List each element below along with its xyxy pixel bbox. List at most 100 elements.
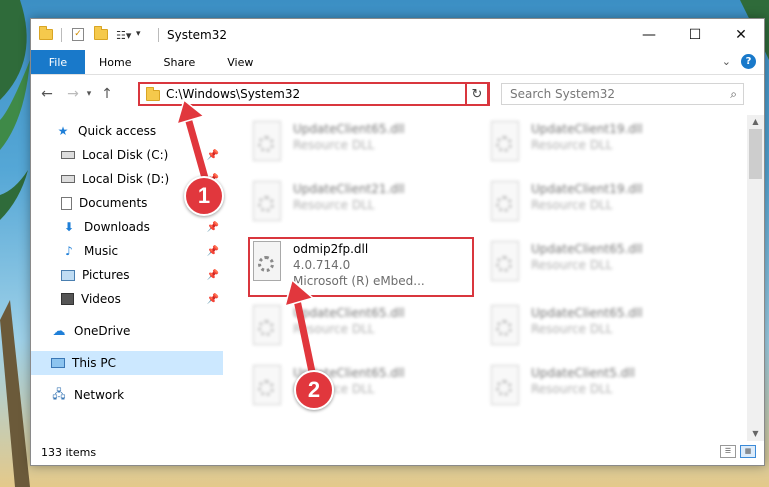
file-name: UpdateClient5.dll	[531, 366, 635, 380]
file-description: Resource DLL	[531, 382, 613, 396]
sidebar-item-downloads[interactable]: ⬇ Downloads 📌	[31, 215, 223, 239]
tab-share[interactable]: Share	[147, 50, 211, 74]
sidebar-item-onedrive[interactable]: ☁ OneDrive	[31, 319, 223, 343]
list-item[interactable]: UpdateClient21.dll Resource DLL	[249, 181, 469, 231]
status-bar: 133 items ☰ ▦	[31, 439, 764, 465]
folder-icon	[39, 25, 53, 41]
pin-icon[interactable]: 📌	[207, 222, 219, 233]
drive-icon	[61, 151, 75, 159]
navigation-pane: ★ Quick access Local Disk (C:) 📌 Local D…	[31, 119, 223, 439]
pin-icon[interactable]: 📌	[207, 150, 219, 161]
customize-toolbar-icon[interactable]: ☷▾	[116, 29, 131, 42]
file-name: UpdateClient65.dll	[531, 242, 643, 256]
sidebar-item-this-pc[interactable]: This PC	[31, 351, 223, 375]
pictures-icon	[61, 269, 75, 281]
navigation-bar: ← → ▾ ↑ C:\Windows\System32 ⌄ ↻ Search S…	[31, 76, 764, 112]
list-item[interactable]: UpdateClient65.dll Resource DLL	[487, 241, 707, 291]
videos-icon	[61, 293, 74, 305]
sidebar-item-label: Music	[84, 244, 119, 258]
help-icon[interactable]: ?	[741, 54, 756, 69]
sidebar-item-pictures[interactable]: Pictures 📌	[31, 263, 223, 287]
sidebar-item-label: Network	[74, 388, 125, 402]
file-description: Resource DLL	[531, 138, 613, 152]
scroll-thumb[interactable]	[749, 129, 762, 179]
refresh-icon: ↻	[471, 86, 483, 102]
quick-access-dropdown-icon[interactable]: ▾	[136, 29, 150, 41]
list-item[interactable]: UpdateClient19.dll Resource DLL	[487, 181, 707, 231]
tiles-view-icon[interactable]: ▦	[740, 445, 756, 458]
search-input[interactable]: Search System32 ⌕	[501, 83, 744, 105]
dll-file-icon	[249, 365, 283, 407]
file-description: Resource DLL	[531, 198, 613, 212]
dll-file-icon	[249, 181, 283, 223]
sidebar-item-label: Videos	[81, 292, 121, 306]
sidebar-item-videos[interactable]: Videos 📌	[31, 287, 223, 311]
file-description: Resource DLL	[293, 138, 375, 152]
close-button[interactable]: ✕	[718, 19, 764, 50]
computer-icon	[51, 358, 65, 368]
drive-icon	[61, 175, 75, 183]
forward-arrow-icon[interactable]: →	[63, 84, 83, 104]
pin-icon[interactable]: 📌	[207, 270, 219, 281]
vertical-scrollbar[interactable]: ▲ ▼	[747, 115, 764, 441]
file-name: UpdateClient65.dll	[293, 306, 405, 320]
recent-locations-icon[interactable]: ▾	[83, 84, 95, 104]
step-2-badge: 2	[294, 370, 334, 410]
pin-icon[interactable]: 📌	[207, 294, 219, 305]
sidebar-item-label: Documents	[79, 196, 148, 210]
scroll-up-icon[interactable]: ▲	[747, 115, 764, 129]
sidebar-item-quick-access[interactable]: ★ Quick access	[31, 119, 223, 143]
search-placeholder: Search System32	[510, 87, 616, 101]
details-view-icon[interactable]: ☰	[720, 445, 736, 458]
properties-icon[interactable]: ✓	[72, 28, 84, 41]
up-arrow-icon[interactable]: ↑	[97, 84, 117, 104]
tab-home[interactable]: Home	[85, 50, 147, 74]
file-description: Resource DLL	[293, 198, 375, 212]
sidebar-item-local-disk-c[interactable]: Local Disk (C:) 📌	[31, 143, 223, 167]
sidebar-item-music[interactable]: ♪ Music 📌	[31, 239, 223, 263]
list-item[interactable]: UpdateClient65.dll Resource DLL	[249, 121, 469, 171]
sidebar-item-label: This PC	[72, 356, 116, 370]
divider	[61, 27, 62, 42]
address-bar[interactable]: C:\Windows\System32 ⌄	[138, 82, 490, 106]
file-name: UpdateClient21.dll	[293, 182, 405, 196]
minimize-button[interactable]: —	[626, 19, 672, 50]
dll-file-icon	[487, 365, 521, 407]
file-description: Resource DLL	[531, 258, 613, 272]
sidebar-item-label: Pictures	[82, 268, 130, 282]
list-item[interactable]: UpdateClient65.dllResource DLL	[487, 305, 707, 355]
sidebar-item-label: Local Disk (C:)	[82, 148, 169, 162]
list-item[interactable]: UpdateClient65.dllResource DLL	[249, 305, 469, 355]
folder-icon	[146, 87, 160, 101]
music-icon: ♪	[65, 244, 73, 258]
window-title: System32	[167, 27, 228, 42]
file-name: UpdateClient65.dll	[293, 122, 405, 136]
dll-file-icon	[487, 241, 521, 283]
file-description: Resource DLL	[531, 322, 613, 336]
search-icon[interactable]: ⌕	[730, 87, 737, 102]
cloud-icon: ☁	[52, 323, 66, 339]
tab-file[interactable]: File	[31, 50, 85, 74]
step-1-badge: 1	[184, 176, 224, 216]
dll-file-icon	[487, 305, 521, 347]
tab-view[interactable]: View	[211, 50, 269, 74]
download-icon: ⬇	[63, 220, 75, 234]
title-bar: ✓ ☷▾ ▾ System32 — ☐ ✕	[31, 19, 764, 50]
list-item[interactable]: UpdateClient5.dll Resource DLL	[487, 365, 707, 415]
star-icon: ★	[57, 124, 69, 138]
pin-icon[interactable]: 📌	[207, 246, 219, 257]
network-icon: 🖧	[52, 386, 66, 401]
ribbon-tabs: File Home Share View ⌄ ?	[31, 50, 764, 75]
dll-file-icon	[487, 121, 521, 163]
new-folder-icon[interactable]	[94, 25, 108, 41]
list-item[interactable]: UpdateClient65.dllResource DLL	[249, 365, 469, 415]
list-item[interactable]: UpdateClient19.dll Resource DLL	[487, 121, 707, 171]
expand-ribbon-icon[interactable]: ⌄	[722, 55, 731, 68]
back-arrow-icon[interactable]: ←	[37, 84, 57, 104]
sidebar-item-label: OneDrive	[74, 324, 131, 338]
sidebar-item-network[interactable]: 🖧 Network	[31, 383, 223, 407]
file-name: UpdateClient19.dll	[531, 122, 643, 136]
refresh-button[interactable]: ↻	[465, 82, 489, 106]
maximize-button[interactable]: ☐	[672, 19, 718, 50]
address-path[interactable]: C:\Windows\System32	[166, 87, 300, 101]
